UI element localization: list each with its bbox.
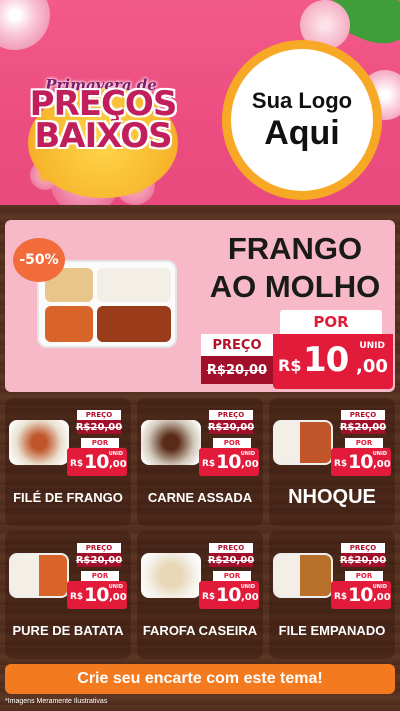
old-price: R$20,00 <box>75 420 123 434</box>
header-banner: Primavera de PREÇOS BAIXOS Sua Logo Aqui <box>0 0 400 215</box>
new-price: UNID R$ 10 ,00 <box>67 448 127 476</box>
unit-label: UNID <box>359 341 385 351</box>
old-price: R$20,00 <box>201 356 273 384</box>
product-name: FAROFA CASEIRA <box>142 623 258 638</box>
price-cents: ,00 <box>356 356 388 377</box>
product-card: PREÇO R$20,00 POR UNID R$ 10 ,00 CARNE A… <box>137 398 263 526</box>
price-cents: ,00 <box>109 459 127 470</box>
currency: R$ <box>70 592 84 602</box>
unit-label: UNID <box>240 584 255 590</box>
preco-label: PREÇO <box>201 334 273 356</box>
por-label: POR <box>345 438 383 448</box>
unit-label: UNID <box>108 584 123 590</box>
por-label: POR <box>213 438 251 448</box>
por-label: POR <box>280 310 382 334</box>
old-price: R$20,00 <box>75 553 123 567</box>
price-integer: 10 <box>84 584 109 606</box>
old-price: R$20,00 <box>207 553 255 567</box>
preco-label: PREÇO <box>341 543 385 553</box>
badge-line2: BAIXOS <box>34 116 172 156</box>
product-image <box>273 553 333 598</box>
currency: R$ <box>334 459 348 469</box>
unit-label: UNID <box>240 451 255 457</box>
product-image <box>273 420 333 465</box>
product-name: CARNE ASSADA <box>147 490 253 505</box>
preco-label: PREÇO <box>341 410 385 420</box>
new-price: UNID R$ 10 ,00 <box>199 448 259 476</box>
price-integer: 10 <box>84 451 109 473</box>
featured-product: -50% FRANGO AO MOLHO POR PREÇO R$20,00 U… <box>5 220 395 392</box>
product-name: FILÉ DE FRANGO <box>13 490 123 505</box>
cta-button[interactable]: Crie seu encarte com este tema! <box>5 664 395 694</box>
product-image <box>141 553 201 598</box>
logo-placeholder: Sua Logo Aqui <box>222 40 382 200</box>
old-price: R$20,00 <box>339 553 387 567</box>
currency: R$ <box>202 459 216 469</box>
price-cents: ,00 <box>373 459 391 470</box>
product-card: PREÇO R$20,00 POR UNID R$ 10 ,00 FILE EM… <box>269 531 395 659</box>
preco-label: PREÇO <box>209 410 253 420</box>
price-integer: 10 <box>348 584 373 606</box>
preco-label: PREÇO <box>77 543 121 553</box>
por-label: POR <box>345 571 383 581</box>
logo-line2: Aqui <box>264 113 340 152</box>
product-name: PURE DE BATATA <box>12 623 124 638</box>
product-title: FRANGO AO MOLHO <box>200 230 390 306</box>
unit-label: UNID <box>372 584 387 590</box>
new-price: UNID R$ 10 ,00 <box>331 581 391 609</box>
badge-title: PREÇOS BAIXOS <box>23 87 183 156</box>
product-card: PREÇO R$20,00 POR UNID R$ 10 ,00 FAROFA … <box>137 531 263 659</box>
title-line1: FRANGO <box>227 231 363 266</box>
unit-label: UNID <box>108 451 123 457</box>
product-name: NHOQUE <box>288 486 376 508</box>
product-image <box>9 420 69 465</box>
currency: R$ <box>278 356 302 375</box>
product-card: PREÇO R$20,00 POR UNID R$ 10 ,00 PURE DE… <box>5 531 131 659</box>
promo-badge: Primavera de PREÇOS BAIXOS <box>18 50 183 198</box>
old-price: R$20,00 <box>207 420 255 434</box>
price-integer: 10 <box>348 451 373 473</box>
price-cents: ,00 <box>241 459 259 470</box>
product-card: PREÇO R$20,00 POR UNID R$ 10 ,00 NHOQUE <box>269 398 395 526</box>
currency: R$ <box>202 592 216 602</box>
price-cents: ,00 <box>241 592 259 603</box>
unit-label: UNID <box>372 451 387 457</box>
por-label: POR <box>81 438 119 448</box>
por-label: POR <box>213 571 251 581</box>
footnote: *Imagens Meramente Ilustrativas <box>5 698 108 705</box>
price-cents: ,00 <box>373 592 391 603</box>
new-price: UNID R$ 10 ,00 <box>331 448 391 476</box>
por-label: POR <box>81 571 119 581</box>
product-image <box>9 553 69 598</box>
product-name: FILE EMPANADO <box>278 623 386 638</box>
new-price: UNID R$ 10 ,00 <box>199 581 259 609</box>
preco-label: PREÇO <box>209 543 253 553</box>
preco-label: PREÇO <box>77 410 121 420</box>
new-price: UNID R$ 10 ,00 <box>67 581 127 609</box>
currency: R$ <box>70 459 84 469</box>
old-price: R$20,00 <box>339 420 387 434</box>
flower-decoration <box>0 0 50 50</box>
product-image <box>141 420 201 465</box>
price-integer: 10 <box>216 584 241 606</box>
price-cents: ,00 <box>109 592 127 603</box>
new-price: UNID R$ 10 ,00 <box>273 334 393 389</box>
product-card: PREÇO R$20,00 POR UNID R$ 10 ,00 FILÉ DE… <box>5 398 131 526</box>
price-integer: 10 <box>303 340 349 380</box>
price-integer: 10 <box>216 451 241 473</box>
logo-line1: Sua Logo <box>251 87 353 113</box>
title-line2: AO MOLHO <box>209 269 381 304</box>
currency: R$ <box>334 592 348 602</box>
discount-badge: -50% <box>13 238 65 282</box>
